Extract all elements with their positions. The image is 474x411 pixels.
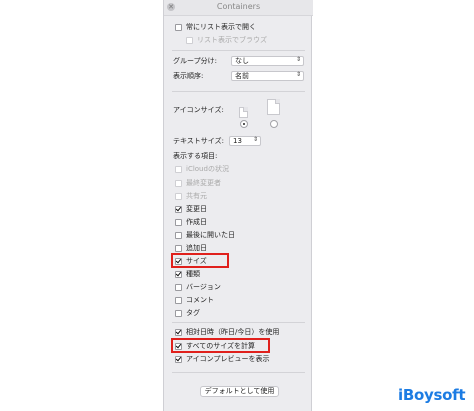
tags-checkbox[interactable] bbox=[175, 310, 182, 317]
show-columns-label: 表示する項目: bbox=[173, 152, 218, 160]
version-label: バージョン bbox=[186, 283, 221, 291]
text-size-value: 13 bbox=[233, 137, 242, 145]
last-modified-by-checkbox[interactable] bbox=[175, 180, 182, 187]
date-created-label: 作成日 bbox=[186, 218, 207, 226]
always-list-view-checkbox[interactable] bbox=[175, 24, 182, 31]
calculate-sizes-highlight-box bbox=[171, 338, 270, 353]
large-document-icon bbox=[267, 99, 280, 115]
date-modified-label: 変更日 bbox=[186, 205, 207, 213]
sort-by-select[interactable]: 名前 ⇕ bbox=[231, 71, 304, 81]
group-by-value: なし bbox=[235, 57, 249, 65]
shared-by-checkbox[interactable] bbox=[175, 193, 182, 200]
kind-checkbox[interactable] bbox=[175, 271, 182, 278]
date-added-checkbox[interactable] bbox=[175, 245, 182, 252]
icloud-status-label: iCloudの状況 bbox=[186, 165, 229, 173]
separator bbox=[172, 372, 305, 373]
date-created-checkbox[interactable] bbox=[175, 219, 182, 226]
icon-size-large-radio[interactable] bbox=[270, 120, 278, 128]
version-checkbox[interactable] bbox=[175, 284, 182, 291]
comments-label: コメント bbox=[186, 296, 214, 304]
group-by-select[interactable]: なし ⇕ bbox=[231, 56, 304, 66]
chevron-updown-icon: ⇕ bbox=[295, 56, 301, 63]
separator bbox=[172, 322, 305, 323]
always-list-view-label: 常にリスト表示で開く bbox=[186, 23, 256, 31]
icon-preview-label: アイコンプレビューを表示 bbox=[186, 355, 270, 363]
separator bbox=[172, 50, 305, 51]
icon-size-label: アイコンサイズ: bbox=[173, 106, 224, 114]
relative-dates-label: 相対日時（昨日/今日）を使用 bbox=[186, 328, 280, 336]
use-as-defaults-button[interactable]: デフォルトとして使用 bbox=[200, 386, 279, 397]
chevron-updown-icon: ⇕ bbox=[252, 136, 258, 143]
date-modified-checkbox[interactable] bbox=[175, 206, 182, 213]
sort-by-value: 名前 bbox=[235, 72, 249, 80]
relative-dates-checkbox[interactable] bbox=[175, 329, 182, 336]
date-added-label: 追加日 bbox=[186, 244, 207, 252]
browse-list-view-label: リスト表示でブラウズ bbox=[197, 36, 267, 44]
group-by-label: グループ分け: bbox=[173, 57, 217, 65]
date-last-opened-checkbox[interactable] bbox=[175, 232, 182, 239]
text-size-label: テキストサイズ: bbox=[173, 137, 224, 145]
view-options-panel: ✕ Containers 常にリスト表示で開く リスト表示でブラウズ グループ分… bbox=[163, 0, 313, 411]
date-last-opened-label: 最後に開いた日 bbox=[186, 231, 235, 239]
window-title: Containers bbox=[216, 2, 261, 11]
browse-list-view-checkbox[interactable] bbox=[186, 37, 193, 44]
separator bbox=[172, 91, 305, 92]
title-bar: ✕ Containers bbox=[164, 0, 313, 16]
icon-size-small-radio[interactable] bbox=[240, 120, 248, 128]
last-modified-by-label: 最終変更者 bbox=[186, 179, 221, 187]
tags-label: タグ bbox=[186, 309, 200, 317]
text-size-select[interactable]: 13 ⇕ bbox=[229, 136, 261, 146]
size-highlight-box bbox=[171, 253, 229, 268]
iboysoft-logo: iBoysoft bbox=[398, 386, 466, 404]
shared-by-label: 共有元 bbox=[186, 192, 207, 200]
small-document-icon bbox=[239, 107, 248, 118]
icon-preview-checkbox[interactable] bbox=[175, 356, 182, 363]
sort-by-label: 表示順序: bbox=[173, 72, 204, 80]
kind-label: 種類 bbox=[186, 270, 200, 278]
chevron-updown-icon: ⇕ bbox=[295, 71, 301, 78]
icloud-status-checkbox[interactable] bbox=[175, 166, 182, 173]
comments-checkbox[interactable] bbox=[175, 297, 182, 304]
